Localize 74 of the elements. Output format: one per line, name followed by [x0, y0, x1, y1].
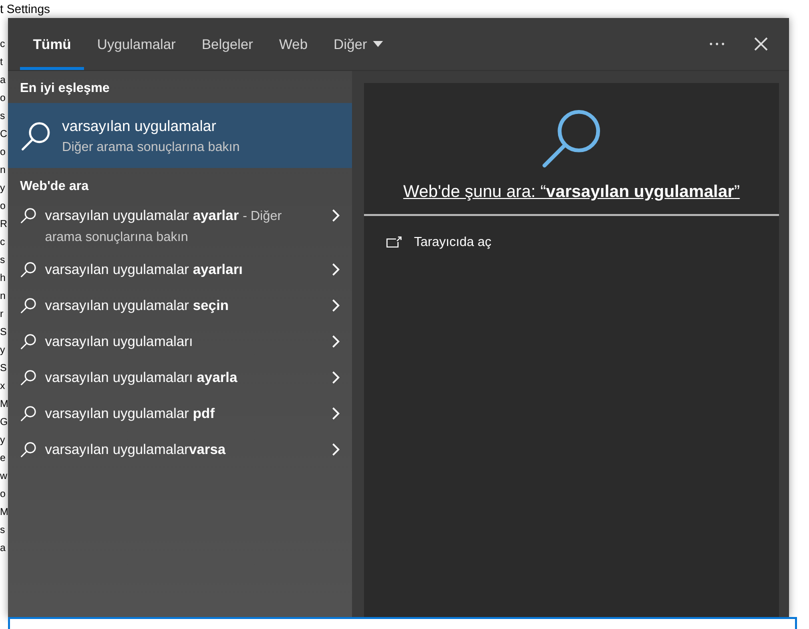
background-text: t	[0, 56, 4, 70]
background-text: o	[0, 488, 7, 502]
web-result-item[interactable]: varsayılan uygulamalar seçin	[8, 289, 352, 325]
search-icon	[20, 441, 37, 458]
background-text: a	[0, 74, 7, 88]
background-text: y	[0, 344, 6, 358]
chevron-right-icon	[332, 263, 340, 276]
background-text: a	[0, 542, 7, 556]
background-text: c	[0, 38, 6, 52]
open-external-icon	[386, 236, 402, 248]
chevron-right-icon	[332, 371, 340, 384]
best-match-item[interactable]: varsayılan uygulamalar Diğer arama sonuçlarına bakın	[8, 103, 352, 168]
web-result-item[interactable]: varsayılan uygulamalar ayarları	[8, 253, 352, 289]
background-text: M	[0, 506, 8, 520]
web-result-item[interactable]: varsayılan uygulamalar pdf	[8, 397, 352, 433]
chevron-right-icon	[332, 209, 340, 222]
web-result-item[interactable]: varsayılan uygulamalarvarsa	[8, 433, 352, 469]
background-text: n	[0, 164, 7, 178]
filter-tab[interactable]: Diğer	[320, 18, 396, 70]
filter-tab[interactable]: Uygulamalar	[84, 18, 189, 70]
chevron-right-icon	[332, 407, 340, 420]
search-icon	[20, 405, 37, 422]
search-icon	[20, 120, 52, 152]
background-text: s	[0, 110, 6, 124]
open-in-browser-item[interactable]: Tarayıcıda aç	[364, 216, 779, 267]
background-text: o	[0, 92, 7, 106]
background-text: y	[0, 434, 6, 448]
background-text: w	[0, 470, 8, 484]
search-icon	[20, 333, 37, 350]
background-text: r	[0, 308, 4, 322]
caret-down-icon	[373, 41, 384, 47]
web-result-item[interactable]: varsayılan uygulamaları	[8, 325, 352, 361]
background-text: S	[0, 326, 8, 340]
result-text: varsayılan uygulamalar ayarları	[45, 260, 244, 279]
web-result-item[interactable]: varsayılan uygulamaları ayarla	[8, 361, 352, 397]
background-text: t Settings	[0, 2, 50, 16]
background-text: o	[0, 200, 7, 214]
filter-tab[interactable]: Web	[266, 18, 321, 70]
more-icon	[709, 42, 725, 46]
background-text: R	[0, 218, 8, 232]
result-text: varsayılan uygulamalarvarsa	[45, 440, 227, 459]
background-text: n	[0, 290, 7, 304]
search-icon	[20, 369, 37, 386]
result-text: varsayılan uygulamaları	[45, 332, 194, 351]
background-text: h	[0, 272, 7, 286]
section-heading: Web'de ara	[19, 177, 90, 195]
background-text: M	[0, 398, 8, 412]
background-text: G	[0, 416, 8, 430]
result-text: varsayılan uygulamaları ayarla	[45, 368, 238, 387]
close-icon	[754, 37, 768, 51]
background-text: s	[0, 254, 6, 268]
section-heading: En iyi eşleşme	[19, 79, 111, 97]
background-text: s	[0, 524, 6, 538]
result-title: varsayılan uygulamalar	[62, 118, 218, 134]
web-result-item[interactable]: varsayılan uygulamalar ayarlar - Diğer arama sonuçlarına bakın	[8, 199, 352, 253]
search-icon	[20, 297, 37, 314]
result-subtitle: Diğer arama sonuçlarına bakın	[62, 138, 240, 154]
background-text: c	[0, 236, 6, 250]
background-text: S	[0, 362, 8, 376]
result-text: varsayılan uygulamalar ayarlar - Diğer arama sonuçlarına bakın	[45, 206, 283, 246]
background-text: C	[0, 128, 8, 142]
result-text: varsayılan uygulamalar pdf	[45, 404, 216, 423]
search-icon	[20, 207, 37, 224]
background-text: x	[0, 380, 6, 394]
chevron-right-icon	[332, 299, 340, 312]
background-text: e	[0, 452, 7, 466]
result-text: varsayılan uygulamalar seçin	[45, 296, 230, 315]
chevron-right-icon	[332, 443, 340, 456]
search-icon	[20, 261, 37, 278]
chevron-right-icon	[332, 335, 340, 348]
background-text: o	[0, 146, 7, 160]
web-search-link[interactable]: Web'de şunu ara: “varsayılan uygulamalar”	[403, 182, 740, 202]
filter-tab[interactable]: Belgeler	[188, 18, 266, 70]
background-text: y	[0, 182, 6, 196]
